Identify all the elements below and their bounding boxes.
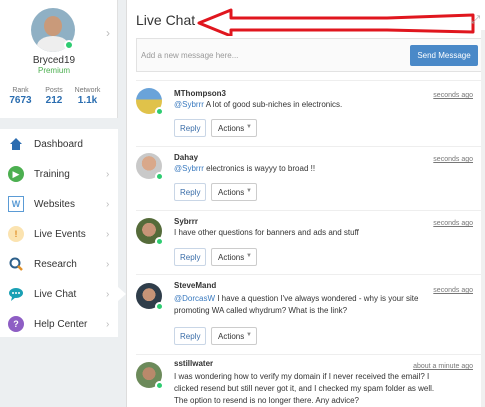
home-icon xyxy=(8,136,24,152)
stat-value: 1.1k xyxy=(77,95,98,106)
sidebar-item-label: Live Chat xyxy=(34,288,77,300)
mention-link[interactable]: @Sybrrr xyxy=(174,164,204,173)
page-title: Live Chat xyxy=(136,12,196,28)
stat-label: Posts xyxy=(45,87,63,94)
live-events-icon: ! xyxy=(8,226,24,242)
sidebar-item-training[interactable]: ▶ Training › xyxy=(0,159,118,189)
sidebar-item-research[interactable]: Research › xyxy=(0,249,118,279)
stat-value: 212 xyxy=(45,95,63,106)
chat-icon xyxy=(8,286,24,302)
message-timestamp: seconds ago xyxy=(433,220,473,227)
online-status-icon xyxy=(64,40,74,50)
chat-message: sstillwater about a minute ago I was won… xyxy=(136,354,482,407)
stat-network[interactable]: Network 1.1k xyxy=(71,87,104,106)
chat-message: Sybrrr seconds ago I have other question… xyxy=(136,210,482,274)
stat-label: Rank xyxy=(12,87,29,94)
message-body: electronics is wayyy to broad !! xyxy=(203,164,316,173)
chevron-right-icon: › xyxy=(106,228,110,240)
chevron-right-icon: › xyxy=(106,258,110,270)
message-composer: Send Message xyxy=(136,38,482,72)
mention-link[interactable]: @Sybrrr xyxy=(174,100,204,109)
message-body: A lot of good sub-niches in electronics. xyxy=(203,100,343,109)
websites-icon: W xyxy=(8,196,24,212)
actions-label: Actions xyxy=(218,187,245,197)
chevron-right-icon: › xyxy=(106,198,110,210)
reply-button[interactable]: Reply xyxy=(174,119,207,137)
reply-button[interactable]: Reply xyxy=(174,327,207,345)
message-input[interactable] xyxy=(141,44,391,66)
chevron-right-icon: › xyxy=(106,288,110,300)
actions-dropdown[interactable]: Actions ▼ xyxy=(211,183,257,201)
help-icon: ? xyxy=(8,316,24,332)
message-text: @Sybrrr electronics is wayyy to broad !! xyxy=(174,163,470,175)
online-status-icon xyxy=(155,302,164,311)
sidebar-item-label: Training xyxy=(34,168,70,180)
stat-label: Network xyxy=(74,87,101,94)
chevron-right-icon: › xyxy=(106,318,110,330)
stat-rank[interactable]: Rank 7673 xyxy=(4,87,37,106)
sidebar-item-label: Dashboard xyxy=(34,138,83,150)
sidebar-item-label: Help Center xyxy=(34,318,88,330)
actions-dropdown[interactable]: Actions ▼ xyxy=(211,327,257,345)
reply-button[interactable]: Reply xyxy=(174,183,207,201)
message-text: I was wondering how to verify my domain … xyxy=(174,372,435,405)
chevron-down-icon: ▼ xyxy=(246,188,252,194)
research-icon xyxy=(8,256,24,272)
message-timestamp: seconds ago xyxy=(433,156,473,163)
reply-button[interactable]: Reply xyxy=(174,248,207,266)
sidebar-item-label: Websites xyxy=(34,198,75,210)
send-message-button[interactable]: Send Message xyxy=(410,45,478,66)
membership-level: Premium xyxy=(37,66,70,75)
message-timestamp: seconds ago xyxy=(433,92,473,99)
chevron-right-icon[interactable]: › xyxy=(106,26,110,40)
message-username[interactable]: SteveMand xyxy=(174,281,216,290)
chevron-down-icon: ▼ xyxy=(246,253,252,259)
expand-icon[interactable]: ⤢ xyxy=(471,14,480,27)
annotation-arrow xyxy=(197,8,475,36)
actions-dropdown[interactable]: Actions ▼ xyxy=(211,119,257,137)
scrollbar[interactable] xyxy=(481,30,485,407)
online-status-icon xyxy=(155,381,164,390)
sidebar-item-live-chat[interactable]: Live Chat › xyxy=(0,279,126,309)
chevron-down-icon: ▼ xyxy=(246,124,252,130)
sidebar-item-websites[interactable]: W Websites › xyxy=(0,189,118,219)
live-chat-panel: Live Chat ⤢ Send Message MThompson3 seco… xyxy=(126,0,485,407)
profile-card: › Bryced19 Premium Rank 7673 Posts 212 N… xyxy=(0,0,118,118)
message-timestamp: seconds ago xyxy=(433,287,473,294)
message-text: @DorcasW I have a question I've always w… xyxy=(174,293,436,317)
chat-message: MThompson3 seconds ago @Sybrrr A lot of … xyxy=(136,80,482,146)
profile-stats: Rank 7673 Posts 212 Network 1.1k xyxy=(4,87,104,106)
online-status-icon xyxy=(155,107,164,116)
actions-label: Actions xyxy=(218,123,245,133)
actions-dropdown[interactable]: Actions ▼ xyxy=(211,248,257,266)
sidebar-item-label: Research xyxy=(34,258,77,270)
message-username[interactable]: MThompson3 xyxy=(174,89,226,98)
message-username[interactable]: Dahay xyxy=(174,153,198,162)
actions-label: Actions xyxy=(218,331,245,341)
chevron-down-icon: ▼ xyxy=(246,332,252,338)
chevron-right-icon: › xyxy=(106,168,110,180)
chat-message: Dahay seconds ago @Sybrrr electronics is… xyxy=(136,146,482,210)
sidebar-item-help-center[interactable]: ? Help Center › xyxy=(0,309,118,339)
username[interactable]: Bryced19 xyxy=(0,55,108,66)
chat-message: SteveMand seconds ago @DorcasW I have a … xyxy=(136,274,482,354)
stat-value: 7673 xyxy=(9,95,32,106)
message-username[interactable]: sstillwater xyxy=(174,359,213,368)
message-text: @Sybrrr A lot of good sub-niches in elec… xyxy=(174,99,470,111)
message-username[interactable]: Sybrrr xyxy=(174,217,198,226)
actions-label: Actions xyxy=(218,252,245,262)
message-text: I have other questions for banners and a… xyxy=(174,228,359,237)
sidebar-item-dashboard[interactable]: Dashboard xyxy=(0,129,118,159)
mention-link[interactable]: @DorcasW xyxy=(174,294,215,303)
stat-posts[interactable]: Posts 212 xyxy=(38,87,71,106)
online-status-icon xyxy=(155,172,164,181)
message-timestamp: about a minute ago xyxy=(413,363,473,370)
sidebar-item-label: Live Events xyxy=(34,228,86,240)
play-icon: ▶ xyxy=(8,166,24,182)
sidebar-nav: Dashboard ▶ Training › W Websites › ! Li… xyxy=(0,129,126,339)
online-status-icon xyxy=(155,237,164,246)
sidebar-item-live-events[interactable]: ! Live Events › xyxy=(0,219,118,249)
